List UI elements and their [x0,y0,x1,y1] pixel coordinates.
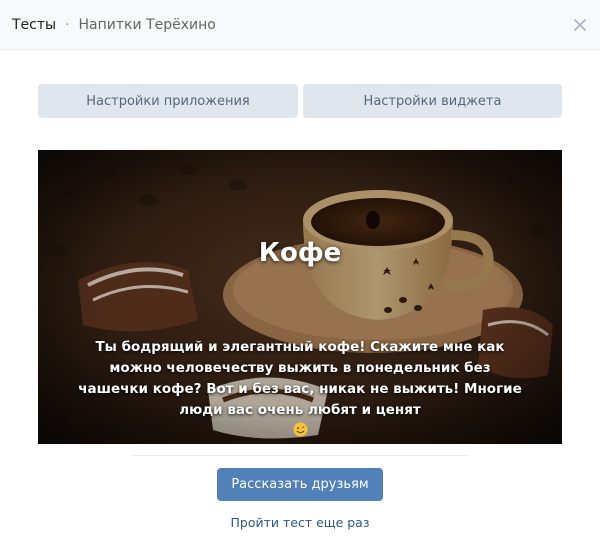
result-description-block: Ты бодрящий и элегантный кофе! Скажите м… [78,337,522,442]
breadcrumb-current: Напитки Терёхино [78,16,216,33]
result-card: Кофе Ты бодрящий и элегантный кофе! Скаж… [38,150,562,444]
app-settings-button[interactable]: Настройки приложения [38,84,298,118]
smiling-face-emoji-icon [292,422,308,437]
share-with-friends-button[interactable]: Рассказать друзьям [217,468,383,501]
close-icon [574,19,586,31]
result-description: Ты бодрящий и элегантный кофе! Скажите м… [78,339,522,418]
settings-button-row: Настройки приложения Настройки виджета [38,84,562,118]
breadcrumb-separator: · [65,16,70,33]
retake-test-link[interactable]: Пройти тест еще раз [0,515,600,530]
divider [132,455,468,456]
result-title: Кофе [258,238,342,268]
breadcrumb-root[interactable]: Тесты [12,17,56,33]
close-button[interactable] [570,15,590,35]
widget-settings-button[interactable]: Настройки виджета [303,84,562,118]
header-bar: Тесты · Напитки Терёхино [0,0,600,50]
